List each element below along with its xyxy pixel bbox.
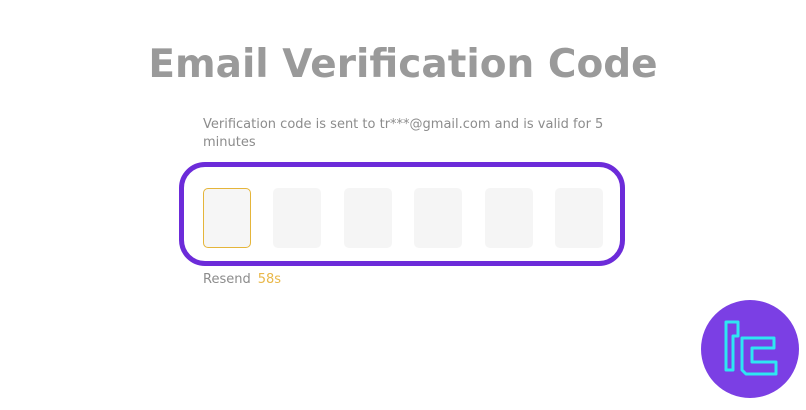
code-digit-1-input[interactable] (203, 188, 251, 248)
resend-countdown: 58s (257, 272, 282, 287)
code-digit-5-input[interactable] (485, 188, 533, 248)
verification-subtitle: Verification code is sent to tr***@gmail… (203, 117, 604, 150)
resend-link[interactable]: Resend (203, 272, 251, 287)
page-title: Email Verification Code (148, 42, 658, 87)
code-digit-3-input[interactable] (344, 188, 392, 248)
code-digit-4-input[interactable] (414, 188, 462, 248)
code-digit-6-input[interactable] (555, 188, 603, 248)
tc-logo-icon (701, 300, 799, 398)
code-digit-2-input[interactable] (273, 188, 321, 248)
resend-row: Resend 58s (203, 271, 281, 289)
